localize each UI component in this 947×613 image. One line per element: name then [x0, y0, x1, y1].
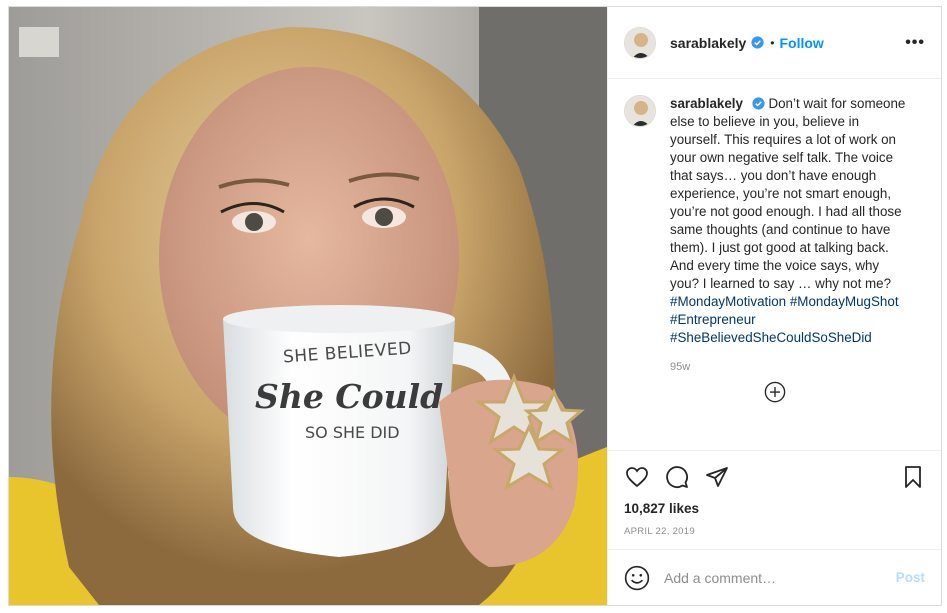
post-image: [9, 7, 607, 605]
mug-text-line2: She Could: [255, 377, 444, 416]
hashtag-link[interactable]: #SheBelievedSheCouldSoSheDid: [670, 330, 872, 345]
separator-dot: •: [770, 35, 775, 50]
comment-bubble-icon[interactable]: [664, 465, 690, 489]
avatar-image: [625, 27, 655, 58]
post-date[interactable]: APRIL 22, 2019: [624, 526, 925, 537]
avatar[interactable]: [624, 26, 656, 59]
caption-age[interactable]: 95w: [670, 361, 925, 373]
mug-text-line3: SO SHE DID: [305, 423, 400, 442]
follow-button[interactable]: Follow: [780, 35, 824, 51]
more-options-icon[interactable]: •••: [905, 34, 925, 52]
likes-count[interactable]: 10,827 likes: [624, 501, 925, 516]
post-dialog: SHE BELIEVED She Could SO SHE DID sarabl…: [8, 6, 942, 606]
action-bar: [624, 457, 925, 497]
plus-circle-icon[interactable]: [764, 381, 786, 403]
hashtag-link[interactable]: #MondayMotivation: [670, 294, 786, 309]
caption-avatar[interactable]: [624, 95, 656, 127]
post-photo[interactable]: SHE BELIEVED She Could SO SHE DID: [9, 7, 607, 605]
comment-box: Post: [608, 549, 941, 605]
avatar-image: [625, 96, 655, 126]
caption-body: Don’t wait for someone else to believe i…: [670, 96, 906, 291]
bookmark-icon[interactable]: [901, 464, 925, 490]
caption-text: sarablakely Don’t wait for someone else …: [670, 95, 910, 347]
post-actions: 10,827 likes APRIL 22, 2019: [608, 450, 941, 549]
caption-row: sarablakely Don’t wait for someone else …: [624, 95, 925, 347]
heart-icon[interactable]: [624, 465, 650, 489]
post-header: sarablakely • Follow •••: [608, 7, 941, 79]
hashtag-link[interactable]: #MondayMugShot: [790, 294, 899, 309]
paper-plane-icon[interactable]: [704, 465, 730, 489]
verified-badge-icon: [751, 36, 764, 49]
post-comment-button[interactable]: Post: [896, 570, 925, 585]
smiley-icon[interactable]: [624, 565, 650, 591]
hashtag-link[interactable]: #Entrepreneur: [670, 312, 756, 327]
caption-area: sarablakely Don’t wait for someone else …: [608, 79, 941, 450]
comment-input[interactable]: [664, 569, 896, 586]
post-sidebar: sarablakely • Follow ••• sarablakely Don…: [607, 7, 941, 605]
verified-badge-icon: [752, 97, 765, 110]
caption-username[interactable]: sarablakely: [670, 96, 743, 111]
username-link[interactable]: sarablakely: [670, 35, 746, 51]
